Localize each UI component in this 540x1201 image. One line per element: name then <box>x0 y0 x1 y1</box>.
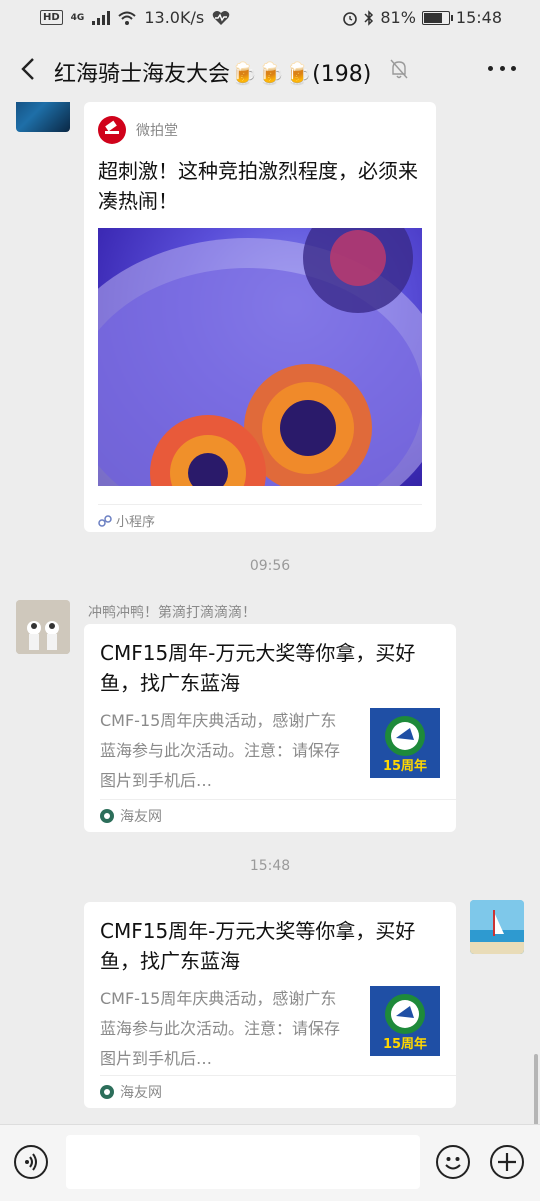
mini-program-source-name: 微拍堂 <box>136 123 178 139</box>
mini-program-footer: 小程序 <box>98 504 422 530</box>
link-card[interactable]: CMF15周年-万元大奖等你拿，买好鱼，找广东蓝海 CMF-15周年庆典活动，感… <box>84 902 456 1108</box>
hd-badge: HD <box>40 10 63 25</box>
timestamp: 15:48 <box>249 858 291 874</box>
thumbnail-text: 15周年 <box>382 759 428 774</box>
clock: 15:48 <box>455 8 502 27</box>
avatar[interactable] <box>16 102 70 132</box>
heart-pulse-icon <box>212 10 230 25</box>
coral-image <box>98 228 422 486</box>
mini-program-label: 小程序 <box>116 515 156 530</box>
emoji-icon[interactable] <box>436 1145 470 1179</box>
weipaitang-logo-icon <box>98 116 126 144</box>
haiyou-logo-icon <box>100 809 114 823</box>
sender-name: 冲鸭冲鸭！第滴打滴滴滴！ <box>88 605 256 621</box>
alarm-icon <box>343 11 358 26</box>
wifi-icon <box>118 11 136 25</box>
link-description: CMF-15周年庆典活动，感谢广东蓝海参与此次活动。注意：请保存图片到手机后… <box>100 711 341 790</box>
mini-program-source: 微拍堂 <box>98 116 178 144</box>
link-thumbnail: 15周年 <box>370 708 440 778</box>
mini-program-title: 超刺激！这种竞拍激烈程度，必须来凑热闹！ <box>98 159 418 213</box>
status-bar: HD 4G 13.0K/s 81% 15:48 <box>0 0 540 36</box>
plus-icon[interactable] <box>490 1145 524 1179</box>
more-icon[interactable] <box>488 66 516 74</box>
link-title: CMF15周年-万元大奖等你拿，买好鱼，找广东蓝海 <box>100 641 416 695</box>
voice-icon[interactable] <box>14 1145 48 1179</box>
mute-bell-icon <box>390 59 408 79</box>
link-footer: 海友网 <box>100 1075 456 1108</box>
link-description: CMF-15周年庆典活动，感谢广东蓝海参与此次活动。注意：请保存图片到手机后… <box>100 989 341 1068</box>
link-source: 海友网 <box>120 1085 162 1101</box>
mini-program-icon <box>98 514 112 527</box>
link-title: CMF15周年-万元大奖等你拿，买好鱼，找广东蓝海 <box>100 919 416 973</box>
chat-header: 红海骑士海友大会🍺🍺🍺(198) <box>0 36 540 102</box>
network-speed: 13.0K/s <box>144 8 205 27</box>
haiyou-logo-icon <box>100 1085 114 1099</box>
back-icon[interactable] <box>18 56 40 82</box>
avatar[interactable] <box>16 600 70 654</box>
battery-percent: 81% <box>380 8 416 27</box>
input-bar <box>0 1124 540 1201</box>
network-type: 4G <box>70 12 85 23</box>
bluetooth-icon <box>364 9 374 26</box>
chat-title[interactable]: 红海骑士海友大会🍺🍺🍺(198) <box>54 56 371 88</box>
signal-icon <box>92 10 111 25</box>
thumbnail-text: 15周年 <box>382 1037 428 1052</box>
link-footer: 海友网 <box>100 799 456 832</box>
message-input[interactable] <box>66 1135 420 1189</box>
timestamp: 09:56 <box>249 558 291 574</box>
link-card[interactable]: CMF15周年-万元大奖等你拿，买好鱼，找广东蓝海 CMF-15周年庆典活动，感… <box>84 624 456 832</box>
link-source: 海友网 <box>120 809 162 825</box>
link-thumbnail: 15周年 <box>370 986 440 1056</box>
my-avatar[interactable] <box>470 900 524 954</box>
battery-icon <box>421 10 453 25</box>
message-list[interactable]: 微拍堂 超刺激！这种竞拍激烈程度，必须来凑热闹！ 小程序 09:56 冲鸭冲鸭！… <box>0 102 540 1124</box>
mini-program-card[interactable]: 微拍堂 超刺激！这种竞拍激烈程度，必须来凑热闹！ 小程序 <box>84 102 436 532</box>
scrollbar[interactable] <box>534 1054 538 1124</box>
